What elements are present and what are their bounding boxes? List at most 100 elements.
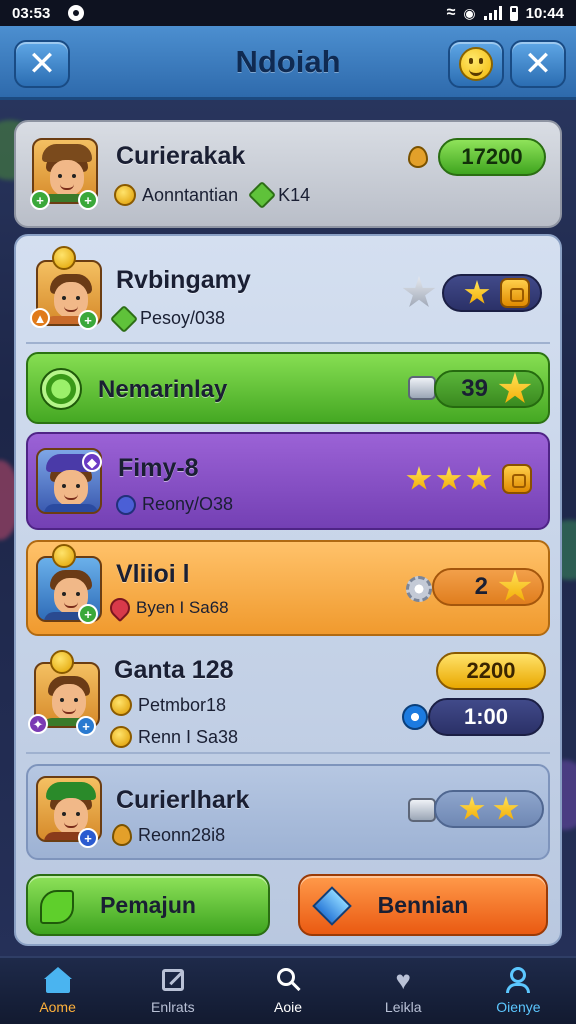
player-name: Rvbingamy: [116, 266, 251, 294]
gold-value: 2200: [466, 658, 516, 683]
header-bar: ✕ Ndoiah ✕: [0, 26, 576, 100]
coin-icon: [52, 246, 76, 270]
plus-badge-icon: +: [78, 828, 98, 848]
score-pill: 17200: [438, 138, 546, 176]
player-summary-card[interactable]: + + Curierakak Aonntantian K14 17200: [14, 120, 562, 228]
coin-icon: [50, 650, 74, 674]
emoji-button[interactable]: [448, 40, 504, 88]
right-action-button[interactable]: Bennian: [298, 874, 548, 936]
coin-box-icon: [502, 464, 532, 494]
plus-badge-icon: +: [30, 190, 50, 210]
list-item[interactable]: + Curierlhark Reonn28i8: [26, 764, 550, 860]
close-icon: ✕: [27, 45, 57, 83]
player-sub-2: Renn I Sa38: [110, 726, 238, 748]
score-value: 17200: [461, 144, 523, 169]
list-item[interactable]: + Vliioi l Byen I Sa68 2: [26, 540, 550, 636]
list-item[interactable]: Nemarinlay 39: [26, 352, 550, 424]
player-name: Ganta 128: [114, 656, 234, 684]
count-pill: 2: [432, 568, 544, 606]
close-icon: ✕: [523, 45, 553, 83]
player-name: Fimy-8: [118, 454, 199, 482]
plus-badge-icon: +: [78, 604, 98, 624]
star-icon: [498, 372, 532, 403]
status-time-left: 03:53: [12, 4, 51, 22]
flame-icon: [112, 824, 132, 846]
signal-icon: [483, 6, 502, 20]
gem-icon: [116, 494, 136, 515]
bottom-nav: Aome Enlrats Aoie ♥ Leikla Oienye: [0, 956, 576, 1024]
player-sub-value: K14: [278, 184, 311, 205]
player-name: Curierakak: [116, 142, 246, 170]
player-sub-text: Renn I Sa38: [138, 726, 239, 747]
list-item[interactable]: ✦ + Ganta 128 Petmbor18 Renn I Sa38 2200…: [26, 646, 550, 754]
heart-icon: ♥: [395, 965, 411, 995]
player-sub: Reonn28i8: [112, 824, 225, 846]
battery-icon: [509, 5, 518, 21]
nav-likes[interactable]: ♥ Leikla: [346, 958, 461, 1024]
timer-value: 1:00: [463, 704, 509, 729]
player-name: Curierlhark: [116, 786, 250, 814]
camera-icon: [68, 5, 84, 21]
star-icon: [459, 796, 485, 820]
location-icon: ◉: [463, 4, 476, 21]
player-sub-text: Petmbor18: [138, 694, 227, 715]
gem-icon: [109, 304, 139, 333]
player-sub-text: Pesoy/038: [140, 308, 226, 328]
nav-home[interactable]: Aome: [0, 958, 115, 1024]
coin-box-icon: [500, 278, 530, 308]
chest-icon: [408, 376, 436, 400]
count-value: 2: [474, 573, 488, 600]
player-sub: Pesoy/038: [109, 304, 226, 333]
player-sub-label: Aonntantian: [142, 184, 239, 205]
nav-edit[interactable]: Enlrats: [115, 958, 230, 1024]
clock-icon: [402, 704, 428, 730]
swirl-icon: [40, 368, 82, 410]
star-icon: [406, 466, 432, 490]
list-item[interactable]: ▲ + Rvbingamy Pesoy/038: [26, 246, 550, 344]
player-sub-text: Reonn28i8: [138, 824, 226, 845]
count-value: 39: [461, 375, 488, 402]
right-action-label: Bennian: [377, 891, 469, 918]
coin-icon: [52, 544, 76, 568]
player-sub-1: Petmbor18: [110, 694, 226, 716]
player-name: Nemarinlay: [98, 376, 228, 403]
page-title: Ndoiah: [235, 44, 341, 79]
smiley-icon: [459, 47, 493, 81]
plus-badge-icon: +: [78, 310, 98, 330]
star-icon: [436, 466, 462, 490]
plus-badge-icon: +: [78, 190, 98, 210]
player-name: Vliioi l: [116, 560, 190, 588]
left-action-button[interactable]: Pemajun: [26, 874, 270, 936]
player-sub: Byen I Sa68: [105, 593, 229, 623]
nav-profile[interactable]: Oienye: [461, 958, 576, 1024]
star-icon: [493, 796, 519, 820]
close-button-left[interactable]: ✕: [14, 40, 70, 88]
gold-pill: 2200: [436, 652, 546, 690]
coin-icon: [110, 694, 132, 716]
player-sub-text: Byen I Sa68: [136, 598, 229, 617]
nav-label: Enlrats: [151, 999, 195, 1015]
list-item[interactable]: ◆ Fimy-8 Reony/O38: [26, 432, 550, 530]
gem-icon: [247, 180, 277, 210]
nav-search[interactable]: Aoie: [230, 958, 345, 1024]
coin-icon: [110, 726, 132, 748]
wifi-icon: ≈: [446, 4, 456, 21]
star-icon: [464, 280, 490, 304]
search-icon: [273, 967, 303, 993]
nav-label: Aome: [39, 999, 76, 1015]
nav-label: Leikla: [384, 999, 422, 1015]
reward-pill: [434, 790, 544, 828]
close-button-right[interactable]: ✕: [510, 40, 566, 88]
player-sub-text: Reony/O38: [142, 494, 234, 514]
star-icon: [498, 570, 532, 601]
flame-icon: [408, 146, 428, 168]
gem-badge-icon: ◆: [82, 452, 102, 472]
gear-icon: [406, 576, 432, 602]
left-action-label: Pemajun: [100, 891, 196, 918]
status-time-right: 10:44: [525, 4, 564, 22]
count-pill: 39: [434, 370, 544, 408]
timer-pill: 1:00: [428, 698, 544, 736]
player-sub: Reony/O38: [116, 494, 233, 515]
diamond-icon: [312, 886, 352, 926]
leaf-icon: [40, 890, 74, 924]
